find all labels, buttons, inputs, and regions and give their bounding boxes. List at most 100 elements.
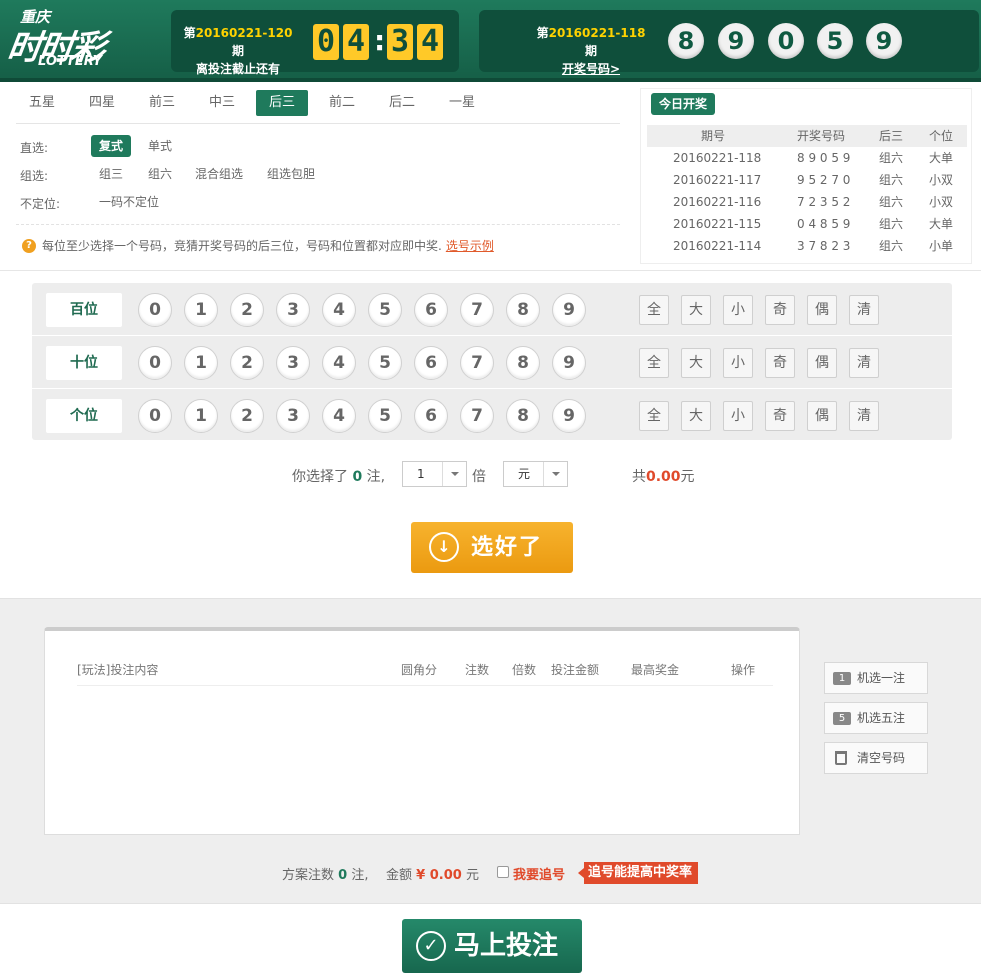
- tab-back-three[interactable]: 后三: [256, 90, 308, 116]
- number-ball[interactable]: 1: [184, 399, 218, 433]
- example-link[interactable]: 选号示例: [446, 237, 494, 254]
- number-ball[interactable]: 3: [276, 399, 310, 433]
- select-all-button[interactable]: 全: [639, 348, 669, 378]
- select-big-button[interactable]: 大: [681, 295, 711, 325]
- tab-five-star[interactable]: 五星: [16, 90, 68, 116]
- order-col-unit: 圆角分: [401, 663, 438, 677]
- number-ball[interactable]: 4: [322, 293, 356, 327]
- confirm-label: 选好了: [471, 535, 544, 560]
- number-ball[interactable]: 2: [230, 346, 264, 380]
- tab-front-two[interactable]: 前二: [316, 90, 368, 116]
- total-text: 共0.00元: [632, 469, 695, 485]
- clear-row-button[interactable]: 清: [849, 348, 879, 378]
- option-group-banker[interactable]: 组选包胆: [267, 163, 315, 185]
- number-ball[interactable]: 2: [230, 293, 264, 327]
- number-ball[interactable]: 4: [322, 399, 356, 433]
- today-draws-button[interactable]: 今日开奖: [651, 93, 715, 115]
- chevron-down-icon: [543, 462, 567, 486]
- option-group-three[interactable]: 组三: [99, 163, 123, 185]
- clear-row-button[interactable]: 清: [849, 295, 879, 325]
- last-issue: 第20160221-118期 开奖号码>: [536, 26, 646, 76]
- order-col-content: [玩法]投注内容: [77, 663, 159, 677]
- tab-four-star[interactable]: 四星: [76, 90, 128, 116]
- number-ball[interactable]: 5: [368, 293, 402, 327]
- draw-ball: 0: [768, 23, 804, 59]
- number-ball[interactable]: 3: [276, 346, 310, 380]
- select-all-button[interactable]: 全: [639, 401, 669, 431]
- select-all-button[interactable]: 全: [639, 295, 669, 325]
- countdown-digit: 4: [417, 24, 443, 60]
- clear-row-button[interactable]: 清: [849, 401, 879, 431]
- tab-middle-three[interactable]: 中三: [196, 90, 248, 116]
- option-single[interactable]: 单式: [148, 135, 172, 157]
- random-one-button[interactable]: 1 机选一注: [824, 662, 928, 694]
- number-ball[interactable]: 6: [414, 399, 448, 433]
- divider: [0, 903, 981, 904]
- number-ball[interactable]: 7: [460, 346, 494, 380]
- number-ball[interactable]: 0: [138, 399, 172, 433]
- multiple-select[interactable]: 1: [402, 461, 467, 487]
- option-one-code[interactable]: 一码不定位: [99, 191, 159, 213]
- tab-front-three[interactable]: 前三: [136, 90, 188, 116]
- number-ball[interactable]: 1: [184, 346, 218, 380]
- select-odd-button[interactable]: 奇: [765, 348, 795, 378]
- number-ball[interactable]: 9: [552, 293, 586, 327]
- option-mixed-group[interactable]: 混合组选: [195, 163, 243, 185]
- divider: [0, 270, 981, 271]
- number-ball[interactable]: 7: [460, 293, 494, 327]
- today-row: 20160221-118 8 9 0 5 9 组六 大单: [673, 151, 954, 165]
- tab-one-star[interactable]: 一星: [436, 90, 488, 116]
- number-ball[interactable]: 3: [276, 293, 310, 327]
- plan-summary: 方案注数 0 注,: [282, 868, 369, 883]
- number-ball[interactable]: 8: [506, 293, 540, 327]
- chase-tip: 追号能提高中奖率: [577, 862, 699, 884]
- number-ball[interactable]: 9: [552, 399, 586, 433]
- number-ball[interactable]: 4: [322, 346, 356, 380]
- place-bet-button[interactable]: ✓ 马上投注: [402, 919, 582, 973]
- select-odd-button[interactable]: 奇: [765, 401, 795, 431]
- select-odd-button[interactable]: 奇: [765, 295, 795, 325]
- place-bet-label: 马上投注: [454, 931, 559, 961]
- number-ball[interactable]: 5: [368, 346, 402, 380]
- option-compound[interactable]: 复式: [91, 135, 131, 157]
- select-small-button[interactable]: 小: [723, 295, 753, 325]
- select-small-button[interactable]: 小: [723, 348, 753, 378]
- number-ball[interactable]: 9: [552, 346, 586, 380]
- draw-numbers-link[interactable]: 开奖号码>: [562, 62, 620, 76]
- select-even-button[interactable]: 偶: [807, 295, 837, 325]
- select-big-button[interactable]: 大: [681, 401, 711, 431]
- play-hint: ? 每位至少选择一个号码，竞猜开奖号码的后三位，号码和位置都对应即中奖. 选号示…: [22, 237, 494, 254]
- number-ball[interactable]: 0: [138, 346, 172, 380]
- number-ball[interactable]: 7: [460, 399, 494, 433]
- chase-checkbox[interactable]: [497, 866, 509, 878]
- today-draws: 今日开奖 期号 开奖号码 后三 个位 20160221-118 8 9 0 5 …: [640, 88, 972, 264]
- select-even-button[interactable]: 偶: [807, 401, 837, 431]
- direct-label: 直选:: [20, 141, 49, 155]
- clear-numbers-button[interactable]: 清空号码: [824, 742, 928, 774]
- option-group-six[interactable]: 组六: [148, 163, 172, 185]
- unit-select[interactable]: 元: [503, 461, 568, 487]
- today-header: 期号 开奖号码 后三 个位: [647, 125, 967, 147]
- select-even-button[interactable]: 偶: [807, 348, 837, 378]
- select-big-button[interactable]: 大: [681, 348, 711, 378]
- number-ball[interactable]: 8: [506, 346, 540, 380]
- select-small-button[interactable]: 小: [723, 401, 753, 431]
- confirm-selection-button[interactable]: ↓ 选好了: [411, 522, 573, 573]
- number-ball[interactable]: 8: [506, 399, 540, 433]
- tab-back-two[interactable]: 后二: [376, 90, 428, 116]
- plan-amount: ¥ 0.00: [416, 868, 462, 883]
- number-ball[interactable]: 1: [184, 293, 218, 327]
- number-grid: 百位 0 1 2 3 4 5 6 7 8 9 全 大 小 奇 偶 清 十位 0 …: [32, 283, 952, 440]
- today-row: 20160221-116 7 2 3 5 2 组六 小双: [673, 195, 954, 209]
- position-label: 十位: [46, 346, 122, 380]
- number-ball[interactable]: 6: [414, 346, 448, 380]
- number-ball[interactable]: 6: [414, 293, 448, 327]
- number-ball[interactable]: 2: [230, 399, 264, 433]
- random-five-button[interactable]: 5 机选五注: [824, 702, 928, 734]
- chase-label[interactable]: 我要追号: [513, 864, 565, 883]
- number-ball[interactable]: 5: [368, 399, 402, 433]
- badge-icon: 1: [833, 672, 851, 685]
- number-ball[interactable]: 0: [138, 293, 172, 327]
- current-issue-number: 20160221-120: [195, 26, 293, 40]
- countdown-label: 离投注截止还有: [195, 62, 280, 76]
